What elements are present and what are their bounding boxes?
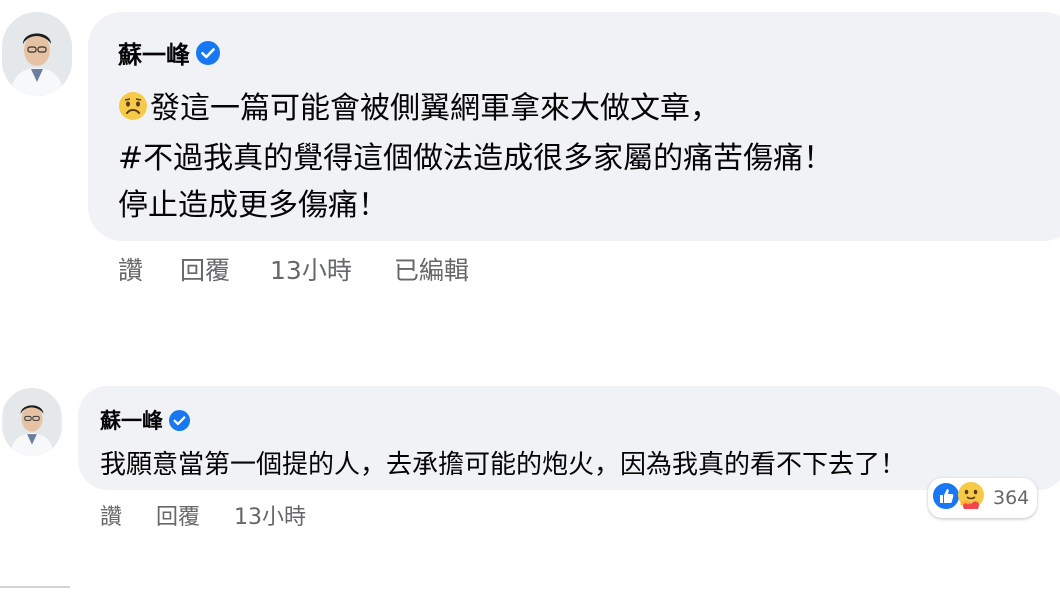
edited-label[interactable]: 已編輯 [394, 251, 469, 287]
reaction-summary[interactable]: 364 [928, 478, 1038, 518]
author-name[interactable]: 蘇一峰 [118, 35, 190, 70]
comment-text-line: 發這一篇可能會被側翼網軍拿來大做文章， [118, 83, 720, 129]
profile-photo-icon [3, 388, 61, 456]
reaction-count: 364 [993, 487, 1030, 509]
timestamp[interactable]: 13小時 [234, 499, 306, 531]
timestamp[interactable]: 13小時 [270, 251, 352, 287]
comment-text-line: 停止造成更多傷痛！ [118, 188, 388, 223]
care-icon [955, 480, 987, 516]
sad-face-emoji-icon [118, 91, 148, 129]
verified-badge-icon [169, 409, 190, 431]
like-button[interactable]: 讚 [118, 251, 143, 287]
comment-text-line: #不過我真的覺得這個做法造成很多家屬的痛苦傷痛！ [118, 141, 834, 176]
comment-text-line: 我願意當第一個提的人，去承擔可能的炮火，因為我真的看不下去了！ [100, 450, 907, 480]
comment-actions: 讚 回覆 13小時 已編輯 [118, 251, 469, 287]
verified-badge-icon [196, 40, 220, 65]
author-name[interactable]: 蘇一峰 [100, 405, 163, 435]
comment-author[interactable]: 蘇一峰 [100, 405, 190, 435]
comment-author[interactable]: 蘇一峰 [118, 35, 220, 70]
profile-photo-icon [2, 12, 72, 96]
reply-button[interactable]: 回覆 [156, 499, 200, 531]
comment-actions: 讚 回覆 13小時 [100, 499, 306, 531]
like-button[interactable]: 讚 [100, 499, 122, 531]
avatar[interactable] [2, 388, 62, 456]
avatar[interactable] [2, 12, 72, 96]
reply-button[interactable]: 回覆 [180, 251, 230, 287]
next-comment-edge [0, 586, 70, 598]
